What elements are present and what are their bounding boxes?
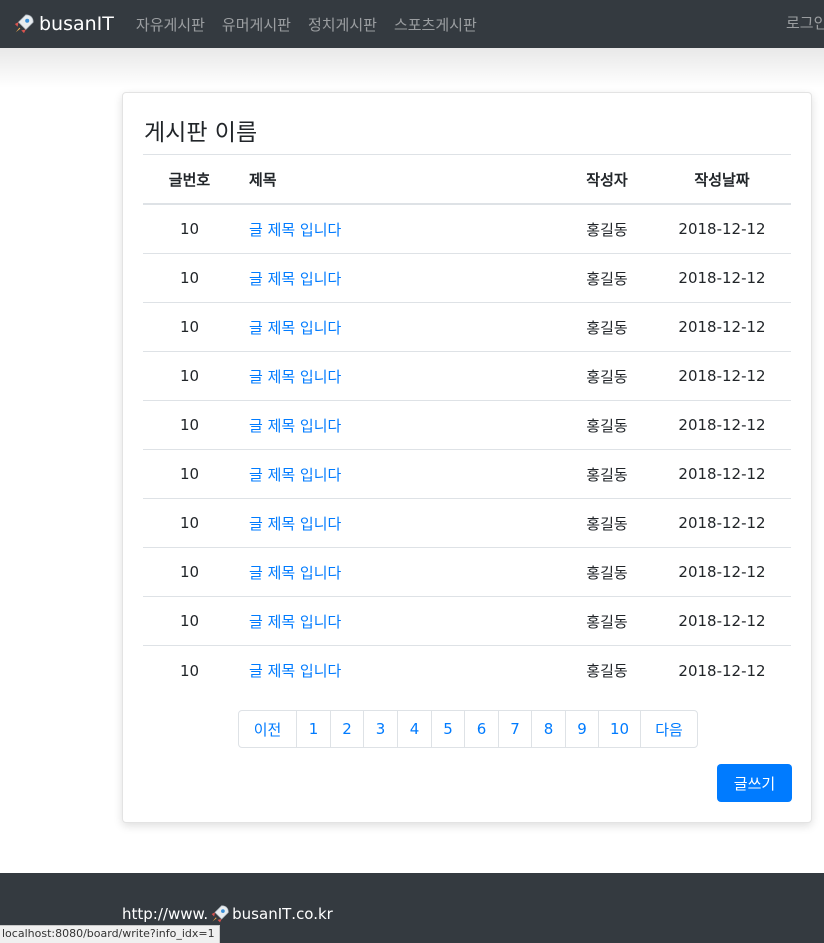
- page-link-2[interactable]: 2: [330, 711, 363, 747]
- page-link-9[interactable]: 9: [565, 711, 598, 747]
- footer-url-suffix: .co.kr: [291, 905, 333, 923]
- row-date: 2018-12-12: [678, 220, 766, 238]
- nav-link-free-board[interactable]: 자유게시판: [136, 14, 205, 35]
- table-row: 10 글 제목 입니다 홍길동 2018-12-12: [143, 401, 791, 450]
- write-post-button[interactable]: 글쓰기: [717, 764, 792, 802]
- header-title: 제목: [249, 170, 277, 189]
- footer-url-brand: busanIT: [232, 905, 292, 923]
- page-link-6[interactable]: 6: [464, 711, 498, 747]
- header-num: 글번호: [168, 170, 211, 189]
- page-link-8[interactable]: 8: [531, 711, 565, 747]
- row-num: 10: [179, 220, 200, 238]
- row-title-link[interactable]: 글 제목 입니다: [249, 450, 341, 498]
- row-date: 2018-12-12: [678, 465, 766, 483]
- row-date: 2018-12-12: [678, 416, 766, 434]
- row-writer: 홍길동: [586, 367, 628, 386]
- row-title-link[interactable]: 글 제목 입니다: [249, 548, 341, 596]
- nav-link-humor-board[interactable]: 유머게시판: [222, 14, 291, 35]
- table-row: 10 글 제목 입니다 홍길동 2018-12-12: [143, 548, 791, 597]
- row-num: 10: [179, 269, 200, 287]
- table-row: 10 글 제목 입니다 홍길동 2018-12-12: [143, 499, 791, 548]
- footer-url[interactable]: http://www. busanIT .co.kr: [122, 904, 333, 924]
- browser-status-bar: localhost:8080/board/write?info_idx=1: [0, 925, 220, 943]
- row-date: 2018-12-12: [678, 563, 766, 581]
- header-date: 작성날짜: [694, 170, 750, 189]
- page-next[interactable]: 다음: [640, 711, 697, 747]
- rocket-icon: [211, 905, 229, 923]
- top-navbar: busanIT 자유게시판 유머게시판 정치게시판 스포츠게시판 로그인: [0, 0, 824, 48]
- row-title-link[interactable]: 글 제목 입니다: [249, 205, 341, 253]
- row-num: 10: [179, 367, 200, 385]
- row-num: 10: [179, 465, 200, 483]
- board-card: 게시판 이름 글번호 제목 작성자 작성날짜 10 글 제목 입니다 홍길동 2…: [122, 92, 812, 823]
- row-writer: 홍길동: [586, 269, 628, 288]
- table-header: 글번호 제목 작성자 작성날짜: [143, 155, 791, 205]
- table-row: 10 글 제목 입니다 홍길동 2018-12-12: [143, 205, 791, 254]
- table-row: 10 글 제목 입니다 홍길동 2018-12-12: [143, 597, 791, 646]
- login-link[interactable]: 로그인: [786, 12, 824, 33]
- page-link-7[interactable]: 7: [498, 711, 531, 747]
- row-num: 10: [179, 318, 200, 336]
- pagination: 이전 1 2 3 4 5 6 7 8 9 10 다음: [238, 710, 698, 748]
- row-writer: 홍길동: [586, 465, 628, 484]
- row-title-link[interactable]: 글 제목 입니다: [249, 646, 341, 695]
- table-row: 10 글 제목 입니다 홍길동 2018-12-12: [143, 303, 791, 352]
- row-title-link[interactable]: 글 제목 입니다: [249, 499, 341, 547]
- page-prev[interactable]: 이전: [239, 711, 296, 747]
- row-writer: 홍길동: [586, 662, 628, 680]
- row-writer: 홍길동: [586, 563, 628, 582]
- page-link-4[interactable]: 4: [397, 711, 431, 747]
- row-title-link[interactable]: 글 제목 입니다: [249, 352, 341, 400]
- row-date: 2018-12-12: [678, 318, 766, 336]
- table-row: 10 글 제목 입니다 홍길동 2018-12-12: [143, 352, 791, 401]
- row-date: 2018-12-12: [678, 661, 766, 680]
- row-writer: 홍길동: [586, 220, 628, 239]
- brand-name: busanIT: [39, 13, 114, 35]
- row-num: 10: [179, 661, 200, 680]
- row-date: 2018-12-12: [678, 367, 766, 385]
- footer-url-prefix: http://www.: [122, 905, 209, 923]
- row-title-link[interactable]: 글 제목 입니다: [249, 597, 341, 645]
- row-date: 2018-12-12: [678, 269, 766, 287]
- table-row: 10 글 제목 입니다 홍길동 2018-12-12: [143, 450, 791, 499]
- row-date: 2018-12-12: [678, 612, 766, 630]
- row-num: 10: [179, 416, 200, 434]
- row-num: 10: [179, 612, 200, 630]
- table-row: 10 글 제목 입니다 홍길동 2018-12-12: [143, 254, 791, 303]
- brand-link[interactable]: busanIT: [13, 13, 114, 35]
- row-writer: 홍길동: [586, 514, 628, 533]
- row-title-link[interactable]: 글 제목 입니다: [249, 303, 341, 351]
- table-row: 10 글 제목 입니다 홍길동 2018-12-12: [143, 646, 791, 695]
- board-title: 게시판 이름: [144, 120, 258, 146]
- row-writer: 홍길동: [586, 318, 628, 337]
- header-writer: 작성자: [586, 170, 628, 189]
- row-title-link[interactable]: 글 제목 입니다: [249, 254, 341, 302]
- page-link-10[interactable]: 10: [598, 711, 640, 747]
- nav-links: 자유게시판 유머게시판 정치게시판 스포츠게시판: [136, 14, 494, 35]
- row-writer: 홍길동: [586, 416, 628, 435]
- page-link-1[interactable]: 1: [296, 711, 330, 747]
- row-title-link[interactable]: 글 제목 입니다: [249, 401, 341, 449]
- row-writer: 홍길동: [586, 612, 628, 631]
- row-num: 10: [179, 514, 200, 532]
- page-link-3[interactable]: 3: [363, 711, 397, 747]
- nav-link-politics-board[interactable]: 정치게시판: [308, 14, 377, 35]
- page-link-5[interactable]: 5: [431, 711, 464, 747]
- navbar-shadow: [0, 48, 824, 88]
- row-date: 2018-12-12: [678, 514, 766, 532]
- row-num: 10: [179, 563, 200, 581]
- nav-link-sports-board[interactable]: 스포츠게시판: [394, 14, 477, 35]
- rocket-icon: [14, 14, 34, 34]
